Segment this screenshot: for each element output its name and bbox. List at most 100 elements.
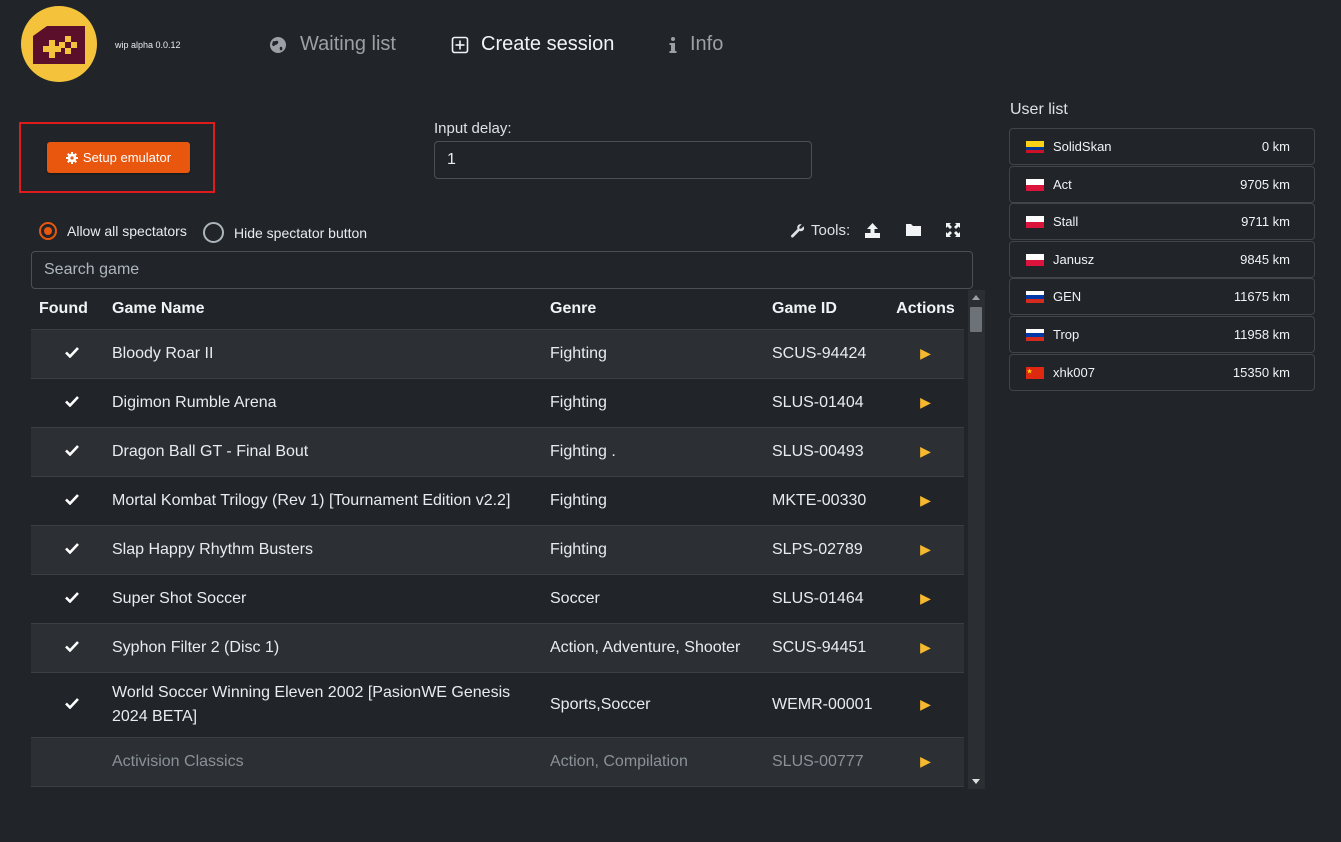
allow-spectators-radio[interactable] [39, 222, 57, 240]
user-distance: 9845 km [1240, 251, 1290, 267]
actions-cell: ▶ [887, 329, 964, 379]
gamepad-logo-icon [33, 26, 85, 64]
table-row[interactable]: Syphon Filter 2 (Disc 1) Action, Adventur… [31, 623, 964, 673]
game-id-cell: SLUS-01404 [772, 378, 887, 428]
genre-cell: Fighting [550, 329, 772, 379]
scroll-thumb[interactable] [970, 307, 982, 332]
play-icon[interactable]: ▶ [920, 345, 931, 361]
genre-cell: Fighting [550, 378, 772, 428]
scroll-down-arrow[interactable] [972, 779, 980, 784]
header-actions: Actions [887, 289, 964, 330]
user-list-item[interactable]: SolidSkan 0 km [1009, 128, 1315, 165]
header-genre: Genre [550, 289, 772, 330]
hide-spectator-option[interactable]: Hide spectator button [203, 222, 367, 243]
play-icon[interactable]: ▶ [920, 394, 931, 410]
russia-flag-icon [1026, 329, 1044, 341]
user-distance: 9711 km [1241, 214, 1290, 230]
checkmark-icon [64, 641, 79, 653]
user-distance: 0 km [1261, 139, 1290, 154]
game-name-cell: Super Shot Soccer [112, 574, 550, 624]
poland-flag-icon [1026, 178, 1044, 191]
genre-cell: Fighting . [550, 427, 772, 477]
found-cell [31, 525, 112, 575]
setup-emulator-button[interactable]: Setup emulator [47, 142, 190, 173]
play-icon[interactable]: ▶ [920, 753, 931, 769]
play-icon[interactable]: ▶ [920, 639, 931, 655]
play-icon[interactable]: ▶ [920, 492, 931, 508]
nav-waiting-list-label: Waiting list [300, 33, 396, 55]
user-name: SolidSkan [1053, 139, 1112, 154]
nav-waiting-list[interactable]: Waiting list [268, 33, 396, 56]
play-icon[interactable]: ▶ [920, 443, 931, 459]
genre-cell: Fighting [550, 525, 772, 575]
checkmark-icon [64, 543, 79, 555]
table-row[interactable]: Activision Classics Action, Compilation SL… [31, 737, 964, 787]
user-list-item[interactable]: xhk007 15350 km [1009, 353, 1315, 391]
tools-label-group: Tools: [790, 222, 850, 239]
nav-info[interactable]: Info [668, 33, 723, 56]
game-id-cell: SLUS-00493 [772, 427, 887, 477]
poland-flag-icon [1026, 216, 1044, 229]
user-list-item[interactable]: GEN 11675 km [1009, 278, 1315, 316]
nav-create-session[interactable]: Create session [451, 33, 614, 56]
user-name: Stall [1053, 214, 1079, 230]
allow-spectators-option[interactable]: Allow all spectators [39, 222, 187, 240]
play-icon[interactable]: ▶ [920, 541, 931, 557]
user-list-item[interactable]: Act 9705 km [1009, 165, 1315, 203]
play-icon[interactable]: ▶ [920, 590, 931, 606]
genre-cell: Action, Compilation [550, 737, 772, 787]
game-id-cell: SLUS-01464 [772, 574, 887, 624]
found-cell [31, 623, 112, 673]
user-list-item[interactable]: Janusz 9845 km [1009, 240, 1315, 278]
table-scrollbar[interactable] [968, 290, 985, 789]
game-id-cell: MKTE-00330 [772, 476, 887, 526]
game-id-cell: SLUS-00777 [772, 737, 887, 787]
genre-cell: Fighting [550, 476, 772, 526]
input-delay-field[interactable] [434, 141, 812, 179]
game-name-cell: Mortal Kombat Trilogy (Rev 1) [Tournamen… [112, 476, 550, 526]
nav-info-label: Info [690, 33, 724, 55]
header-found: Found [31, 289, 112, 330]
upload-icon[interactable] [864, 222, 881, 239]
genre-cell: Soccer [550, 574, 772, 624]
scroll-up-arrow[interactable] [972, 295, 980, 300]
game-name-cell: Digimon Rumble Arena [112, 378, 550, 428]
folder-icon[interactable] [905, 222, 922, 237]
game-name-cell: Activision Classics [112, 737, 550, 787]
table-row[interactable]: Bloody Roar II Fighting SCUS-94424 ▶ [31, 329, 964, 379]
wrench-icon [790, 224, 805, 238]
actions-cell: ▶ [887, 737, 964, 787]
checkmark-icon [64, 592, 79, 604]
colombia-flag-icon [1026, 141, 1044, 153]
table-row[interactable]: Super Shot Soccer Soccer SLUS-01464 ▶ [31, 574, 964, 624]
user-list-item[interactable]: Stall 9711 km [1009, 203, 1315, 241]
play-icon[interactable]: ▶ [920, 696, 931, 712]
expand-icon[interactable] [945, 222, 961, 238]
user-name: Janusz [1053, 251, 1095, 267]
table-row[interactable]: Slap Happy Rhythm Busters Fighting SLPS-02… [31, 525, 964, 575]
table-row[interactable]: Mortal Kombat Trilogy (Rev 1) [Tournamen… [31, 476, 964, 526]
search-game-input[interactable] [31, 251, 973, 289]
app-version: wip alpha 0.0.12 [115, 40, 181, 50]
checkmark-icon [64, 494, 79, 506]
table-row[interactable]: Dragon Ball GT - Final Bout Fighting . SLU… [31, 427, 964, 477]
game-name-cell: World Soccer Winning Eleven 2002 [Pasion… [112, 672, 550, 738]
game-id-cell: WEMR-00001 [772, 672, 887, 738]
gear-icon [65, 151, 78, 164]
table-row[interactable]: World Soccer Winning Eleven 2002 [Pasion… [31, 672, 964, 738]
app-logo[interactable] [21, 6, 97, 82]
nav-create-session-label: Create session [481, 33, 615, 55]
plus-square-icon [451, 36, 469, 53]
china-flag-icon [1026, 366, 1044, 379]
found-cell [31, 329, 112, 379]
genre-cell: Action, Adventure, Shooter [550, 623, 772, 673]
games-table-container: Found Game Name Genre Game ID Actions Bl… [31, 289, 964, 787]
found-cell [31, 672, 112, 738]
user-list-item[interactable]: Trop 11958 km [1009, 316, 1315, 353]
user-name: GEN [1053, 289, 1082, 305]
table-row[interactable]: Digimon Rumble Arena Fighting SLUS-01404 ▶ [31, 378, 964, 428]
hide-spectator-radio[interactable] [203, 222, 224, 243]
actions-cell: ▶ [887, 427, 964, 477]
checkmark-icon [64, 445, 79, 457]
found-cell [31, 427, 112, 477]
